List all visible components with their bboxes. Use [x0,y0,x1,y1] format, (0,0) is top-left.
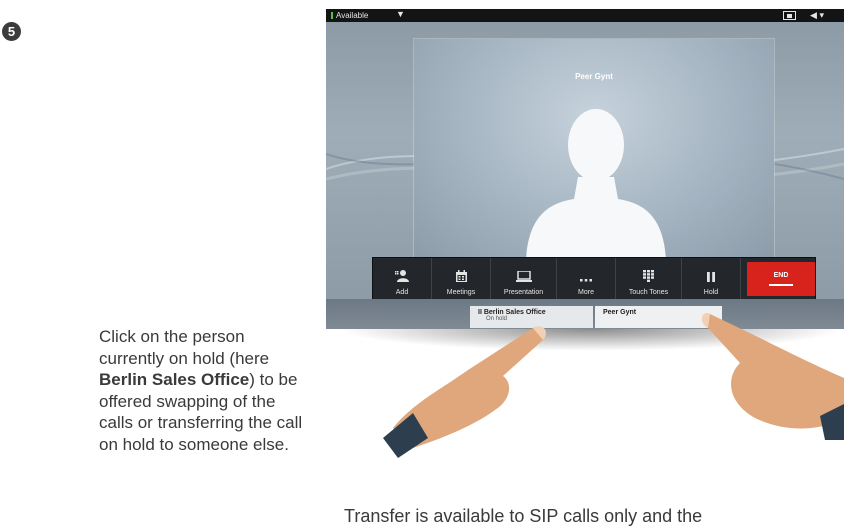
status-bar-controls: ◀ ▾ [783,10,824,21]
end-call-button[interactable]: END [747,262,815,296]
meetings-label: Meetings [446,289,476,296]
calendar-icon [455,268,467,282]
more-button[interactable]: More [557,258,616,300]
instruction-text-before: Click on the person currently on hold (h… [99,327,270,368]
add-contact-icon [395,268,409,282]
presentation-label: Presentation [503,289,544,296]
left-pointing-hand [383,326,546,458]
laptop-icon [515,268,532,282]
add-label: Add [395,289,409,296]
end-call-label: END [773,272,789,279]
person-silhouette-icon [526,109,666,261]
instruction-text: Click on the person currently on hold (h… [99,326,309,456]
end-call-bar [769,284,793,286]
active-call-name: Peer Gynt [603,309,637,316]
step-number-badge: 5 [2,22,21,41]
availability-indicator [331,12,333,19]
keypad-icon [643,268,654,282]
availability-dropdown-icon[interactable]: ▼ [396,9,405,19]
right-pointing-hand [702,313,844,440]
video-device-screen: Available ▼ ◀ ▾ Peer Gynt Add Meetings P… [326,9,844,329]
meetings-button[interactable]: Meetings [432,258,491,300]
caller-name: Peer Gynt [575,72,613,81]
touch-tones-button[interactable]: Touch Tones [616,258,682,300]
add-button[interactable]: Add [373,258,432,300]
hold-label: Hold [703,289,719,296]
status-bar: Available ▼ ◀ ▾ [326,9,844,22]
selfview-icon[interactable] [783,11,797,20]
more-label: More [578,289,594,296]
availability-label[interactable]: Available [336,11,368,20]
pause-icon [707,268,715,282]
transfer-footnote: Transfer is available to SIP calls only … [344,506,703,526]
more-dots-icon [580,268,592,282]
call-toolbar: Add Meetings Presentation More Touch Ton… [372,257,816,301]
volume-icon[interactable]: ◀ ▾ [810,10,824,21]
instruction-text-highlight: Berlin Sales Office [99,370,250,390]
presentation-button[interactable]: Presentation [491,258,557,300]
touch-tones-label: Touch Tones [628,289,669,296]
remote-video-tile[interactable]: Peer Gynt [414,39,774,261]
hold-button[interactable]: Hold [682,258,741,300]
